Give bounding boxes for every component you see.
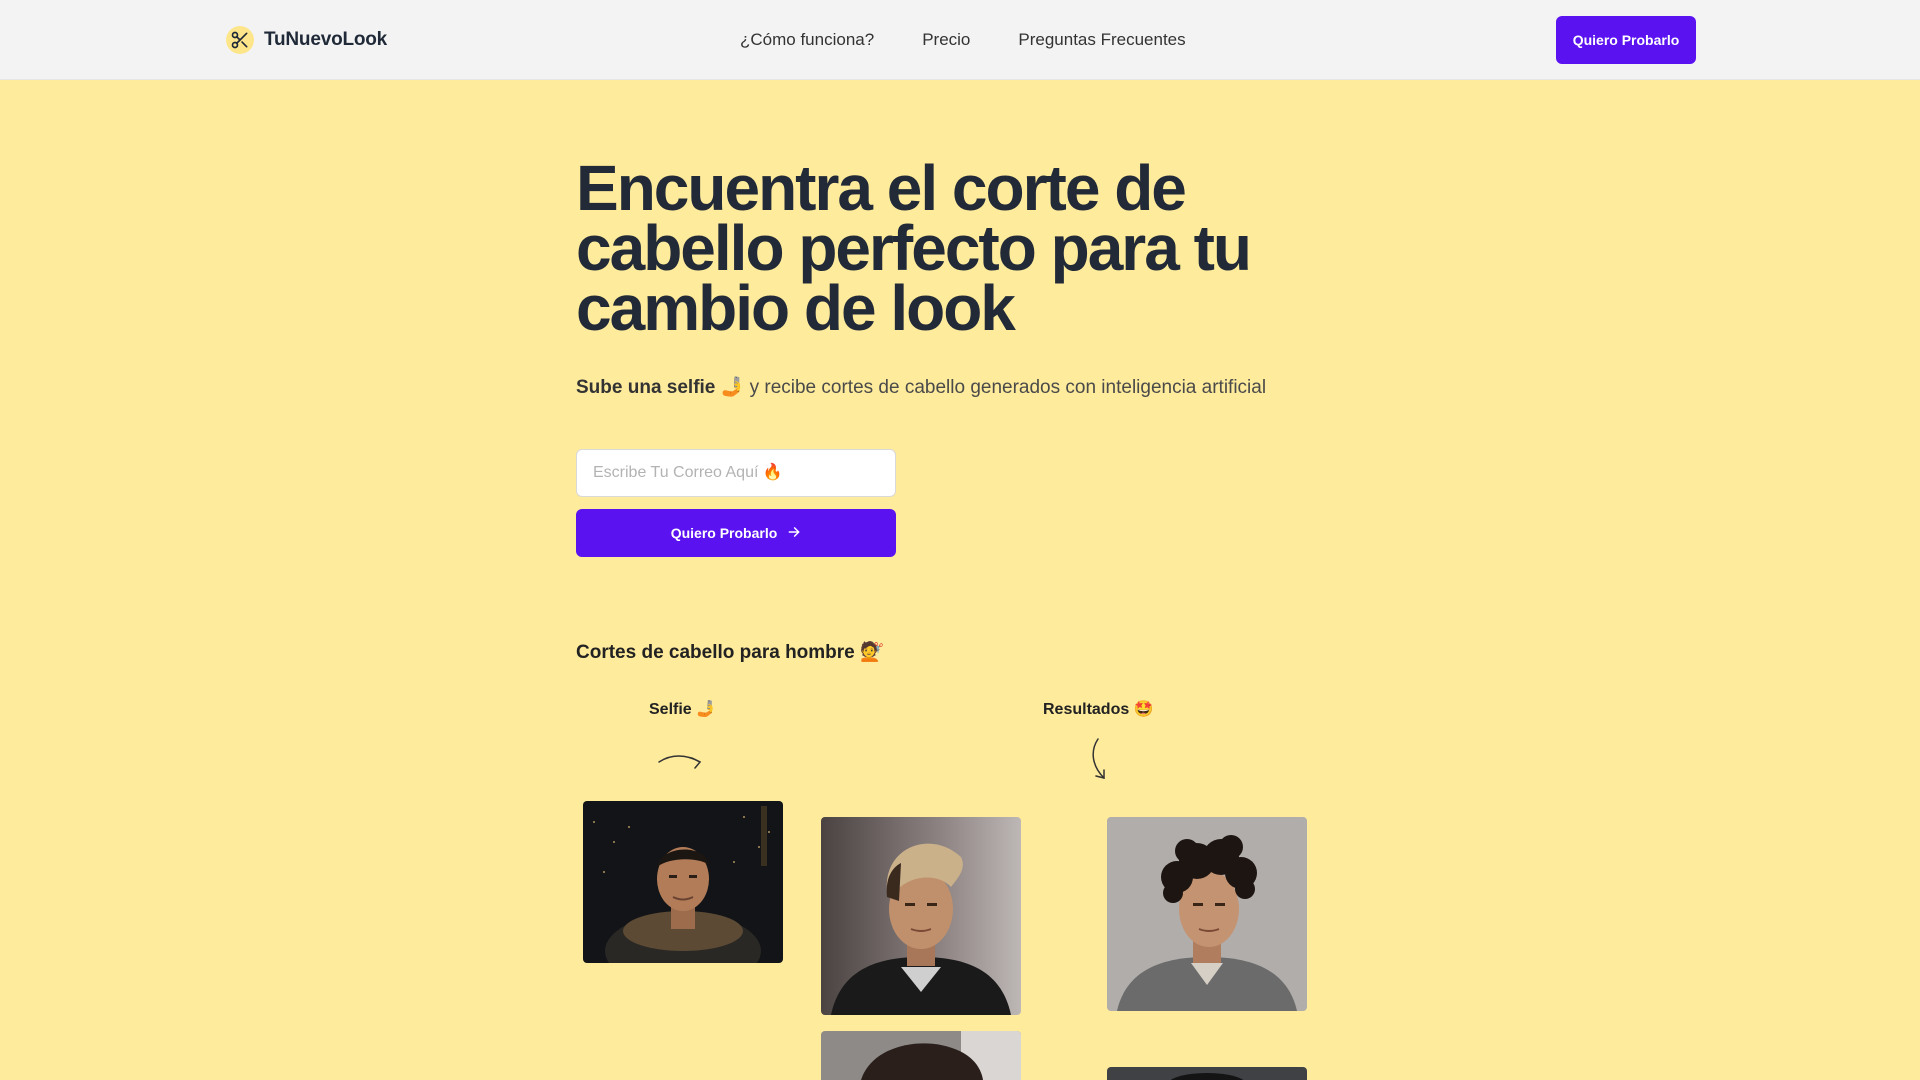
nav-links: ¿Cómo funciona? Precio Preguntas Frecuen… [740,30,1186,50]
examples-section-title: Cortes de cabello para hombre 💇 [576,642,884,663]
brand-name: TuNuevoLook [264,29,388,50]
curved-arrow-down-icon [1086,736,1110,787]
results-label: Resultados 🤩 [1043,701,1154,718]
hero-cta-label: Quiero Probarlo [670,525,778,541]
result-photo-2 [1107,817,1307,1011]
nav-cta-button[interactable]: Quiero Probarlo [1556,16,1696,64]
top-navbar: TuNuevoLook ¿Cómo funciona? Precio Pregu… [0,0,1920,80]
selfie-label: Selfie 🤳 [649,701,717,718]
scissors-icon [226,26,254,54]
hero-title: Encuentra el corte de cabello perfecto p… [576,152,1252,344]
nav-link-precio[interactable]: Precio [922,30,970,50]
result-photo-4 [1107,1067,1307,1080]
hero-cta-button[interactable]: Quiero Probarlo [576,509,896,557]
hero-subtitle-rest: y recibe cortes de cabello generados con… [744,377,1267,398]
arrow-right-icon [787,525,801,542]
brand-logo[interactable]: TuNuevoLook [226,26,387,54]
email-input[interactable] [576,449,896,497]
result-photo-3 [821,1031,1021,1080]
selfie-photo [583,801,783,963]
hero-subtitle: Sube una selfie 🤳 y recibe cortes de cab… [576,375,1266,399]
nav-link-como-funciona[interactable]: ¿Cómo funciona? [740,30,874,50]
hero-subtitle-bold: Sube una selfie 🤳 [576,377,745,398]
curved-arrow-right-icon [656,748,706,777]
result-photo-1 [821,817,1021,1015]
nav-link-preguntas[interactable]: Preguntas Frecuentes [1018,30,1185,50]
